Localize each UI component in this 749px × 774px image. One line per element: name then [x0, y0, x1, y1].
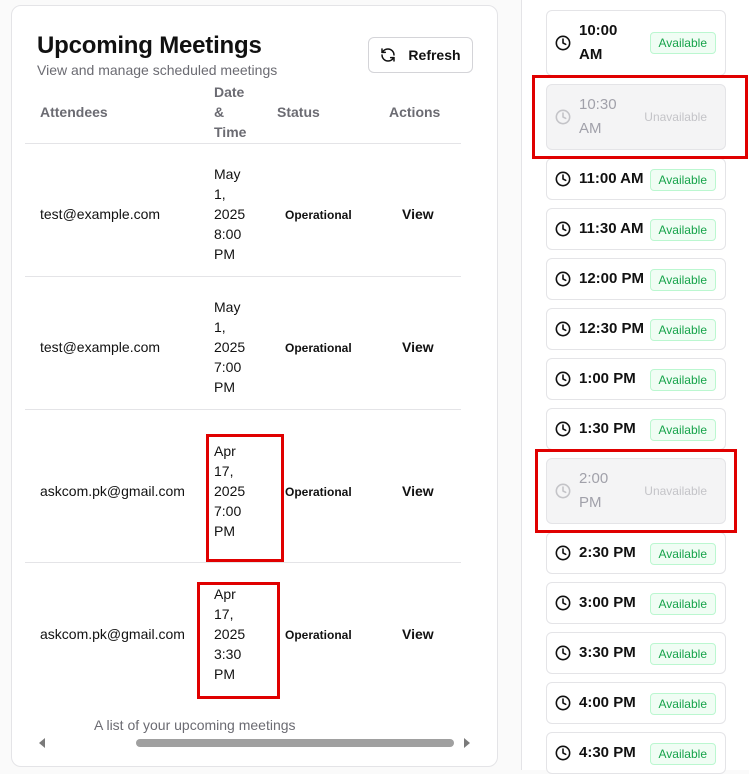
availability-badge: Unavailable	[644, 110, 707, 124]
time-slot-label: 1:00 PM	[579, 370, 636, 387]
clock-icon	[555, 545, 571, 561]
time-slot-label: 3:30 PM	[579, 644, 636, 661]
column-header-date-time: Date & Time	[214, 84, 247, 140]
column-header-attendees: Attendees	[40, 104, 108, 120]
table-row: askcom.pk@gmail.com Apr 17, 2025 7:00 PM…	[25, 410, 461, 563]
time-slot[interactable]: 11:30 AM Available	[546, 208, 726, 250]
clock-icon	[555, 371, 571, 387]
time-slot-label: 12:00 PM	[579, 270, 645, 287]
time-slot[interactable]: 12:00 PM Available	[546, 258, 726, 300]
availability-badge: Available	[649, 369, 716, 391]
scroll-left-arrow-icon[interactable]	[39, 738, 45, 748]
time-slot-label: 10:00 AM	[579, 22, 618, 63]
time-slot-label: 12:30 PM	[579, 320, 645, 337]
clock-icon	[555, 221, 571, 237]
view-button[interactable]: View	[402, 626, 434, 642]
status-cell: Operational	[285, 341, 352, 355]
status-cell: Operational	[285, 208, 352, 222]
clock-icon	[555, 745, 571, 761]
time-slot[interactable]: 2:30 PM Available	[546, 532, 726, 574]
availability-badge: Available	[649, 269, 716, 291]
refresh-button[interactable]: Refresh	[368, 37, 473, 73]
time-slot-label: 10:30 AM	[579, 96, 617, 137]
time-slot[interactable]: 12:30 PM Available	[546, 308, 726, 350]
column-header-status: Status	[277, 104, 320, 120]
time-slot-label: 1:30 PM	[579, 420, 636, 437]
time-slot-label: 3:00 PM	[579, 594, 636, 611]
availability-badge: Available	[649, 693, 716, 715]
table-row: askcom.pk@gmail.com Apr 17, 2025 3:30 PM…	[25, 563, 461, 703]
time-slot-label: 4:30 PM	[579, 744, 636, 761]
table-row: test@example.com May 1, 2025 8:00 PM Ope…	[25, 144, 461, 277]
scrollbar-thumb[interactable]	[136, 739, 454, 747]
clock-icon	[555, 483, 571, 499]
status-cell: Operational	[285, 485, 352, 499]
time-slot-label: 2:00 PM	[579, 470, 609, 511]
column-header-actions: Actions	[389, 104, 441, 120]
time-slot[interactable]: 3:00 PM Available	[546, 582, 726, 624]
refresh-icon	[380, 47, 396, 63]
view-button[interactable]: View	[402, 483, 434, 499]
time-slot-label: 11:00 AM	[579, 170, 644, 187]
attendee-cell: askcom.pk@gmail.com	[40, 626, 185, 642]
table-caption: A list of your upcoming meetings	[94, 717, 296, 733]
date-time-cell: Apr 17, 2025 7:00 PM	[214, 443, 246, 539]
clock-icon	[555, 421, 571, 437]
clock-icon	[555, 271, 571, 287]
availability-badge: Available	[649, 419, 716, 441]
availability-badge: Available	[649, 743, 716, 765]
view-button[interactable]: View	[402, 206, 434, 222]
clock-icon	[555, 171, 571, 187]
date-time-cell: May 1, 2025 8:00 PM	[214, 166, 246, 262]
time-slot-label: 2:30 PM	[579, 544, 636, 561]
time-slot[interactable]: 1:30 PM Available	[546, 408, 726, 450]
time-slot[interactable]: 10:00 AM Available	[546, 10, 726, 76]
attendee-cell: askcom.pk@gmail.com	[40, 483, 185, 499]
time-slot: 2:00 PM Unavailable	[546, 458, 726, 524]
attendee-cell: test@example.com	[40, 206, 161, 222]
time-slot: 10:30 AM Unavailable	[546, 84, 726, 150]
view-button[interactable]: View	[402, 339, 434, 355]
availability-badge: Available	[649, 319, 716, 341]
time-slot[interactable]: 4:30 PM Available	[546, 732, 726, 774]
availability-badge: Available	[649, 32, 716, 54]
availability-badge: Available	[649, 643, 716, 665]
availability-badge: Unavailable	[644, 484, 707, 498]
clock-icon	[555, 321, 571, 337]
time-slot[interactable]: 11:00 AM Available	[546, 158, 726, 200]
date-time-cell: Apr 17, 2025 3:30 PM	[214, 586, 246, 682]
clock-icon	[555, 595, 571, 611]
scroll-right-arrow-icon[interactable]	[464, 738, 470, 748]
horizontal-scrollbar[interactable]	[36, 737, 472, 749]
clock-icon	[555, 695, 571, 711]
page-title: Upcoming Meetings	[37, 32, 262, 59]
time-slot[interactable]: 1:00 PM Available	[546, 358, 726, 400]
date-time-cell: May 1, 2025 7:00 PM	[214, 299, 246, 395]
clock-icon	[555, 35, 571, 51]
time-slot-label: 11:30 AM	[579, 220, 644, 237]
status-cell: Operational	[285, 628, 352, 642]
table-row: test@example.com May 1, 2025 7:00 PM Ope…	[25, 277, 461, 410]
availability-badge: Available	[649, 219, 716, 241]
time-slot[interactable]: 4:00 PM Available	[546, 682, 726, 724]
refresh-button-label: Refresh	[408, 47, 461, 63]
attendee-cell: test@example.com	[40, 339, 161, 355]
table-header: Attendees Date & Time Status Actions	[25, 81, 461, 144]
time-slot-label: 4:00 PM	[579, 694, 636, 711]
clock-icon	[555, 109, 571, 125]
clock-icon	[555, 645, 571, 661]
availability-badge: Available	[649, 593, 716, 615]
page-subtitle: View and manage scheduled meetings	[37, 62, 278, 78]
availability-badge: Available	[649, 169, 716, 191]
time-slot[interactable]: 3:30 PM Available	[546, 632, 726, 674]
availability-badge: Available	[649, 543, 716, 565]
